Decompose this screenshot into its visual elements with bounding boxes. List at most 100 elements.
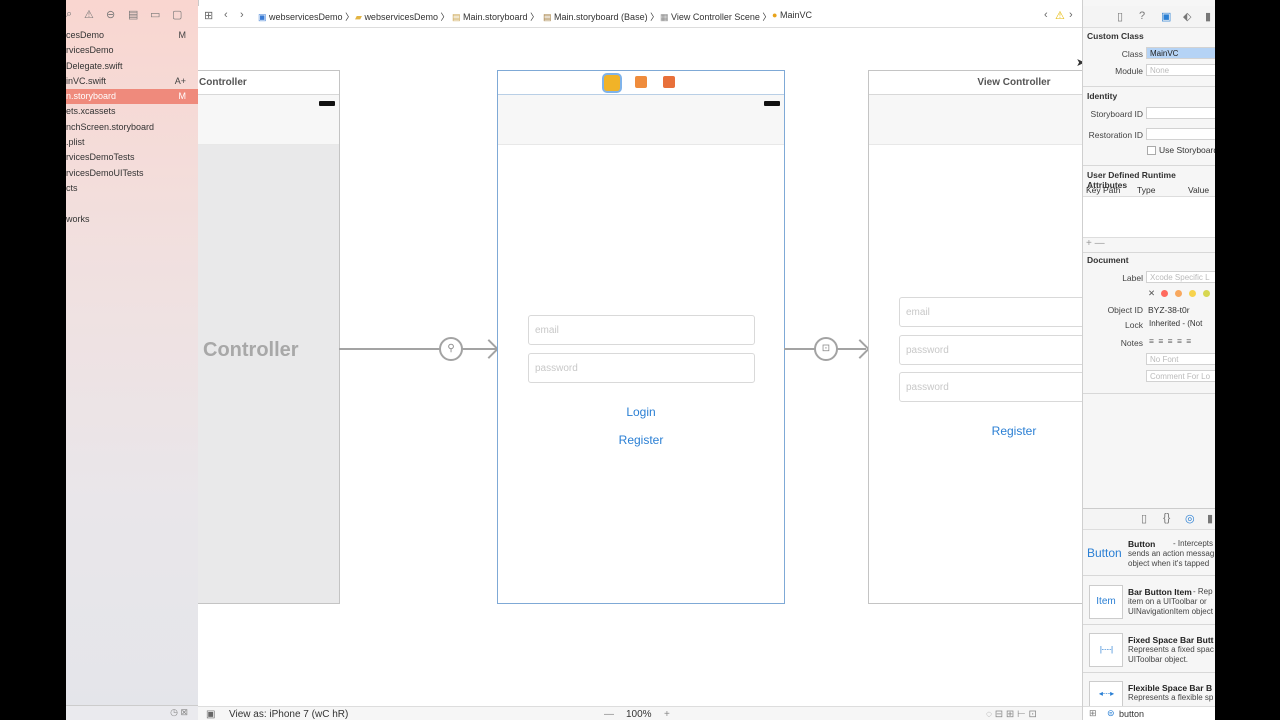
warning-icon[interactable]: ⚠ — [1055, 9, 1065, 22]
doc-label-field[interactable]: Xcode Specific L — [1146, 271, 1215, 283]
identity-inspector-icon[interactable]: ▣ — [1161, 10, 1171, 23]
restoration-id-field[interactable] — [1146, 128, 1215, 140]
previous-issue-icon[interactable]: ‹ — [1044, 9, 1048, 21]
password-field[interactable] — [899, 335, 1083, 365]
breadcrumb-viewcontroller[interactable]: ● MainVC — [772, 10, 812, 20]
view-as-label[interactable]: View as: iPhone 7 (wC hR) — [229, 709, 348, 720]
runtime-attributes-table[interactable] — [1083, 196, 1215, 238]
label-color-orange[interactable] — [1175, 290, 1182, 297]
file-row[interactable]: cts — [66, 181, 198, 196]
file-row[interactable]: nchScreen.storyboard — [66, 120, 198, 135]
section-custom-class: Custom Class — [1087, 31, 1144, 41]
label-color-red[interactable] — [1161, 290, 1168, 297]
library-search-input[interactable] — [1119, 708, 1211, 719]
email-field[interactable] — [899, 297, 1083, 327]
file-row[interactable]: inVC.swift A+ — [66, 74, 198, 89]
help-icon[interactable]: ? — [1139, 10, 1145, 22]
email-input[interactable] — [529, 316, 754, 344]
size-inspector-icon[interactable]: ▮ — [1205, 10, 1211, 23]
viewcontroller-icon[interactable] — [604, 75, 620, 91]
navigation-controller-scene[interactable]: Controller Controller — [198, 70, 340, 604]
storyboard-canvas[interactable]: Controller Controller ⚲ Login Register ⊡ — [198, 28, 1083, 706]
clear-color-icon[interactable]: ✕ — [1148, 288, 1155, 299]
grid-view-icon[interactable]: ⊞ — [1089, 708, 1097, 719]
storyboard-id-field[interactable] — [1146, 107, 1215, 119]
file-row[interactable]: rvicesDemoUITests — [66, 166, 198, 181]
password-input[interactable] — [529, 354, 754, 382]
code-snippet-icon[interactable]: {} — [1163, 512, 1170, 524]
layout-tools-icon[interactable]: ◌ ⊟ ⊞ ⊢ ⊡ — [986, 709, 1037, 720]
add-remove-icon[interactable]: + — — [1086, 238, 1105, 249]
report-icon[interactable]: ▢ — [172, 8, 182, 21]
breadcrumb-scene[interactable]: ▦ View Controller Scene 〉 — [660, 10, 771, 23]
comment-field[interactable]: Comment For Lo — [1146, 370, 1215, 382]
zoom-in-icon[interactable]: + — [664, 709, 670, 720]
module-field[interactable]: None — [1146, 64, 1215, 76]
password-input[interactable] — [900, 336, 1083, 364]
attributes-inspector-icon[interactable]: ⬖ — [1183, 10, 1191, 23]
file-name: ets.xcassets — [66, 106, 116, 117]
object-library-icon[interactable]: ◎ — [1185, 512, 1195, 525]
zoom-out-icon[interactable]: — — [604, 709, 614, 720]
file-row[interactable]: rvicesDemoTests — [66, 150, 198, 165]
file-row[interactable]: rvicesDemo — [66, 43, 198, 58]
exit-icon[interactable] — [663, 76, 675, 88]
register-button[interactable]: Register — [869, 424, 1083, 438]
jump-bar: ⊞ ‹ › ▣ webservicesDemo 〉 ▰ webservicesD… — [198, 6, 1083, 28]
search-icon[interactable]: ⌕ — [66, 8, 72, 21]
document-outline-icon[interactable]: ▣ — [206, 709, 215, 720]
library-item-fixed-space[interactable]: |······| Fixed Space Bar Butt Represents… — [1083, 632, 1215, 676]
zoom-level[interactable]: 100% — [626, 709, 652, 720]
confirm-password-field[interactable] — [899, 372, 1083, 402]
warning-icon[interactable]: ⚠ — [84, 8, 94, 21]
breadcrumb-storyboard-base[interactable]: ▤ Main.storyboard (Base) 〉 — [543, 10, 659, 23]
email-field[interactable] — [528, 315, 755, 345]
next-issue-icon[interactable]: › — [1069, 9, 1073, 21]
segue-relationship-icon[interactable]: ⚲ — [439, 337, 463, 361]
object-id-value: BYZ-38-t0r — [1148, 305, 1190, 315]
file-row[interactable]: .plist — [66, 135, 198, 150]
breadcrumb-project[interactable]: ▣ webservicesDemo 〉 — [258, 10, 354, 23]
library-item-bar-button[interactable]: Item Bar Button Item - Rep item on a UIT… — [1083, 584, 1215, 628]
register-button[interactable]: Register — [498, 433, 784, 447]
item-name: Flexible Space Bar B — [1128, 683, 1213, 693]
breakpoint-icon[interactable]: ▭ — [150, 8, 160, 21]
first-responder-icon[interactable] — [635, 76, 647, 88]
recent-files-icon[interactable]: ◷ ⊠ — [170, 707, 188, 718]
segue-show-icon[interactable]: ⊡ — [814, 337, 838, 361]
main-vc-scene[interactable]: Login Register — [497, 70, 785, 604]
forward-arrow-icon[interactable]: › — [240, 9, 244, 21]
file-template-icon[interactable]: ▯ — [1141, 512, 1147, 525]
file-row[interactable]: cesDemo M — [66, 28, 198, 43]
debug-icon[interactable]: ▤ — [128, 8, 138, 21]
media-library-icon[interactable]: ▮ — [1207, 512, 1213, 525]
file-row[interactable]: works — [66, 212, 198, 227]
file-inspector-icon[interactable]: ▯ — [1117, 10, 1123, 23]
login-button[interactable]: Login — [498, 405, 784, 419]
library-item-flexible-space[interactable]: ◂·····▸ Flexible Space Bar B Represents … — [1083, 680, 1215, 707]
file-row-selected[interactable]: n.storyboard M — [66, 89, 198, 105]
back-arrow-icon[interactable]: ‹ — [224, 9, 228, 21]
register-vc-scene[interactable]: View Controller Register — [868, 70, 1083, 604]
label-color-yellow[interactable] — [1189, 290, 1196, 297]
related-items-icon[interactable]: ⊞ — [204, 9, 213, 22]
lock-popup[interactable]: Inherited - (Not — [1146, 318, 1215, 330]
email-input[interactable] — [900, 298, 1083, 326]
breadcrumb-storyboard[interactable]: ▤ Main.storyboard 〉 — [452, 10, 539, 23]
flexible-space-icon: ◂·····▸ — [1089, 681, 1123, 707]
file-name: .plist — [66, 137, 85, 148]
use-storyboard-checkbox[interactable] — [1147, 146, 1156, 155]
text-alignment-icons[interactable]: ≡ ≡ ≡ ≡ ≡ — [1149, 336, 1192, 346]
segue-line[interactable] — [339, 348, 496, 350]
breadcrumb-folder[interactable]: ▰ webservicesDemo 〉 — [355, 10, 449, 23]
font-field[interactable]: No Font — [1146, 353, 1215, 365]
confirm-password-input[interactable] — [900, 373, 1083, 401]
label-color-green[interactable] — [1203, 290, 1210, 297]
filter-icon[interactable]: ⊜ — [1107, 708, 1115, 719]
test-icon[interactable]: ⊖ — [106, 8, 115, 21]
password-field[interactable] — [528, 353, 755, 383]
file-row[interactable]: ets.xcassets — [66, 104, 198, 119]
file-row[interactable]: Delegate.swift — [66, 59, 198, 74]
file-row[interactable] — [66, 196, 198, 211]
class-field[interactable]: MainVC — [1146, 47, 1215, 59]
